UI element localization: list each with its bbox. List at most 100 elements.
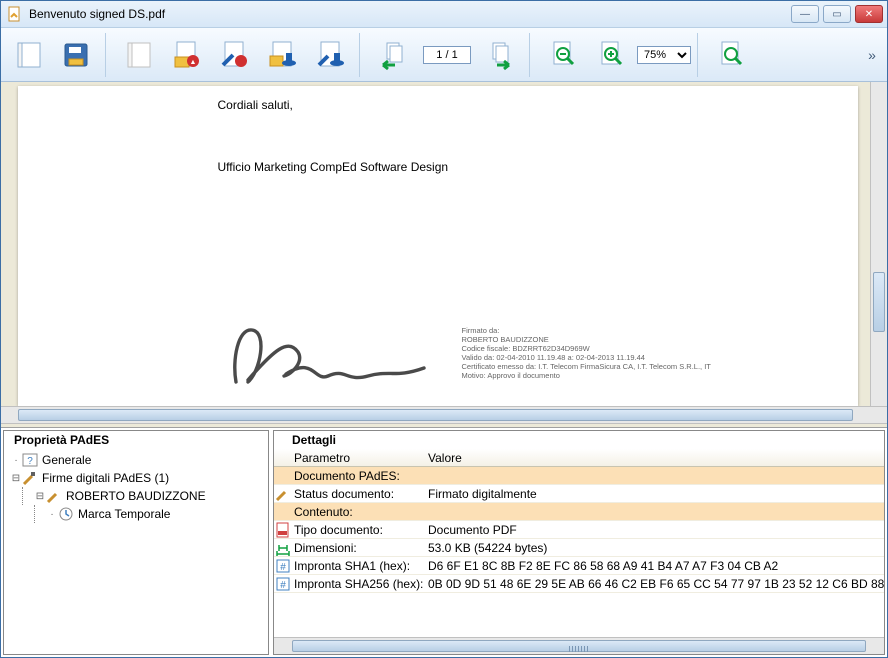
- prev-page-button[interactable]: [371, 33, 415, 77]
- tree-label: Firme digitali PAdES (1): [42, 471, 169, 485]
- sign-pdf-pen-button[interactable]: [213, 33, 257, 77]
- toolbar: ▲ 75% »: [1, 28, 887, 82]
- sign-disabled-button[interactable]: [117, 33, 161, 77]
- document-viewer: Cordiali saluti, Ufficio Marketing CompE…: [1, 82, 887, 406]
- sig-meta-line: Motivo: Approvo il documento: [462, 371, 711, 380]
- tree-label: Marca Temporale: [78, 507, 170, 521]
- details-section-row: Contenuto:: [274, 503, 884, 521]
- sig-meta-line: Firmato da:: [462, 326, 711, 335]
- section-label: Documento PAdES:: [292, 469, 884, 483]
- pen-icon: [22, 470, 38, 486]
- stamp-pen-button[interactable]: [309, 33, 353, 77]
- param-label: Impronta SHA1 (hex):: [292, 559, 424, 573]
- toolbar-separator: [529, 33, 535, 77]
- details-table: Parametro Valore Documento PAdES: Status…: [274, 449, 884, 654]
- hash-icon: #: [274, 558, 292, 574]
- param-label: Dimensioni:: [292, 541, 424, 555]
- size-icon: [274, 540, 292, 556]
- tree-node-firme[interactable]: ⊟ Firme digitali PAdES (1): [10, 469, 268, 487]
- vertical-scrollbar[interactable]: [870, 82, 887, 406]
- svg-text:▲: ▲: [190, 59, 197, 66]
- content-area: Cordiali saluti, Ufficio Marketing CompE…: [1, 82, 887, 657]
- tree-node-signer[interactable]: ⊟ ROBERTO BAUDIZZONE: [10, 487, 268, 505]
- zoom-out-button[interactable]: [541, 33, 585, 77]
- tree-node-marca[interactable]: · Marca Temporale: [10, 505, 268, 523]
- open-button[interactable]: [7, 33, 51, 77]
- zoom-in-button[interactable]: [589, 33, 633, 77]
- param-value: Documento PDF: [424, 523, 884, 537]
- details-title: Dettagli: [274, 431, 884, 449]
- close-button[interactable]: ✕: [855, 5, 883, 23]
- page-input[interactable]: [423, 46, 471, 64]
- tree-bullet: ·: [10, 455, 22, 466]
- tree-line: [22, 487, 34, 505]
- toolbar-overflow-button[interactable]: »: [863, 47, 881, 63]
- scrollbar-thumb[interactable]: [292, 640, 866, 652]
- toolbar-separator: [697, 33, 703, 77]
- param-value: Firmato digitalmente: [424, 487, 884, 501]
- tree-collapse-icon[interactable]: ⊟: [10, 473, 22, 484]
- signature-image: [218, 320, 438, 390]
- sig-meta-line: ROBERTO BAUDIZZONE: [462, 335, 711, 344]
- param-value: D6 6F E1 8C 8B F2 8E FC 86 58 68 A9 41 B…: [424, 559, 884, 573]
- param-label: Status documento:: [292, 487, 424, 501]
- tree-node-generale[interactable]: · ? Generale: [10, 451, 268, 469]
- param-value: 53.0 KB (54224 bytes): [424, 541, 884, 555]
- search-button[interactable]: [709, 33, 753, 77]
- details-row-sha1: # Impronta SHA1 (hex): D6 6F E1 8C 8B F2…: [274, 557, 884, 575]
- tree-label: ROBERTO BAUDIZZONE: [66, 489, 206, 503]
- details-row-tipo: Tipo documento: Documento PDF: [274, 521, 884, 539]
- doc-text-line: Cordiali saluti,: [218, 98, 834, 112]
- scrollbar-thumb[interactable]: [18, 409, 853, 421]
- details-header-row: Parametro Valore: [274, 449, 884, 467]
- properties-panel: Proprietà PAdES · ? Generale ⊟ Firme dig…: [1, 427, 887, 657]
- tree-bullet: ·: [46, 509, 58, 520]
- scrollbar-thumb[interactable]: [873, 272, 885, 332]
- horizontal-scrollbar[interactable]: [1, 406, 887, 423]
- titlebar: Benvenuto signed DS.pdf — ▭ ✕: [1, 1, 887, 28]
- svg-text:#: #: [280, 562, 286, 573]
- window-buttons: — ▭ ✕: [791, 5, 883, 23]
- sign-pdf-card-button[interactable]: ▲: [165, 33, 209, 77]
- sig-meta-line: Certificato emesso da: I.T. Telecom Firm…: [462, 362, 711, 371]
- details-row-dim: Dimensioni: 53.0 KB (54224 bytes): [274, 539, 884, 557]
- param-value: 0B 0D 9D 51 48 6E 29 5E AB 66 46 C2 EB F…: [424, 577, 884, 591]
- param-label: Tipo documento:: [292, 523, 424, 537]
- toolbar-separator: [105, 33, 111, 77]
- window-title: Benvenuto signed DS.pdf: [29, 7, 791, 21]
- tree-label: Generale: [42, 453, 91, 467]
- pen-icon: [274, 486, 292, 502]
- toolbar-separator: [359, 33, 365, 77]
- doc-text-line: Ufficio Marketing CompEd Software Design: [218, 160, 834, 174]
- minimize-button[interactable]: —: [791, 5, 819, 23]
- document-scroll-area[interactable]: Cordiali saluti, Ufficio Marketing CompE…: [1, 82, 870, 406]
- timestamp-icon: [58, 506, 74, 522]
- tree-collapse-icon[interactable]: ⊟: [34, 491, 46, 502]
- app-icon: [7, 6, 23, 22]
- next-page-button[interactable]: [479, 33, 523, 77]
- details-row-sha256: # Impronta SHA256 (hex): 0B 0D 9D 51 48 …: [274, 575, 884, 593]
- maximize-button[interactable]: ▭: [823, 5, 851, 23]
- pdf-icon: [274, 522, 292, 538]
- tree: · ? Generale ⊟ Firme digitali PAdES (1) …: [4, 449, 268, 525]
- details-h-scrollbar[interactable]: [274, 637, 884, 654]
- col-header-valore: Valore: [424, 451, 884, 465]
- signature-area: Firmato da: ROBERTO BAUDIZZONE Codice fi…: [218, 320, 711, 390]
- pdf-page: Cordiali saluti, Ufficio Marketing CompE…: [18, 86, 858, 406]
- tree-line: [34, 505, 46, 523]
- app-window: Benvenuto signed DS.pdf — ▭ ✕ ▲ 75% »: [0, 0, 888, 658]
- signature-pen-icon: [46, 488, 62, 504]
- section-label: Contenuto:: [292, 505, 884, 519]
- info-icon: ?: [22, 452, 38, 468]
- col-header-parametro: Parametro: [292, 451, 424, 465]
- stamp-card-button[interactable]: [261, 33, 305, 77]
- tree-pane-title: Proprietà PAdES: [4, 431, 268, 449]
- sig-meta-line: Valido da: 02-04-2010 11.19.48 a: 02-04-…: [462, 353, 711, 362]
- svg-text:#: #: [280, 580, 286, 591]
- signature-metadata: Firmato da: ROBERTO BAUDIZZONE Codice fi…: [462, 326, 711, 380]
- zoom-select[interactable]: 75%: [637, 46, 691, 64]
- save-smartcard-button[interactable]: [55, 33, 99, 77]
- sig-meta-line: Codice fiscale: BDZRRT62D34D969W: [462, 344, 711, 353]
- details-row-status: Status documento: Firmato digitalmente: [274, 485, 884, 503]
- details-pane: Dettagli Parametro Valore Documento PAdE…: [273, 430, 885, 655]
